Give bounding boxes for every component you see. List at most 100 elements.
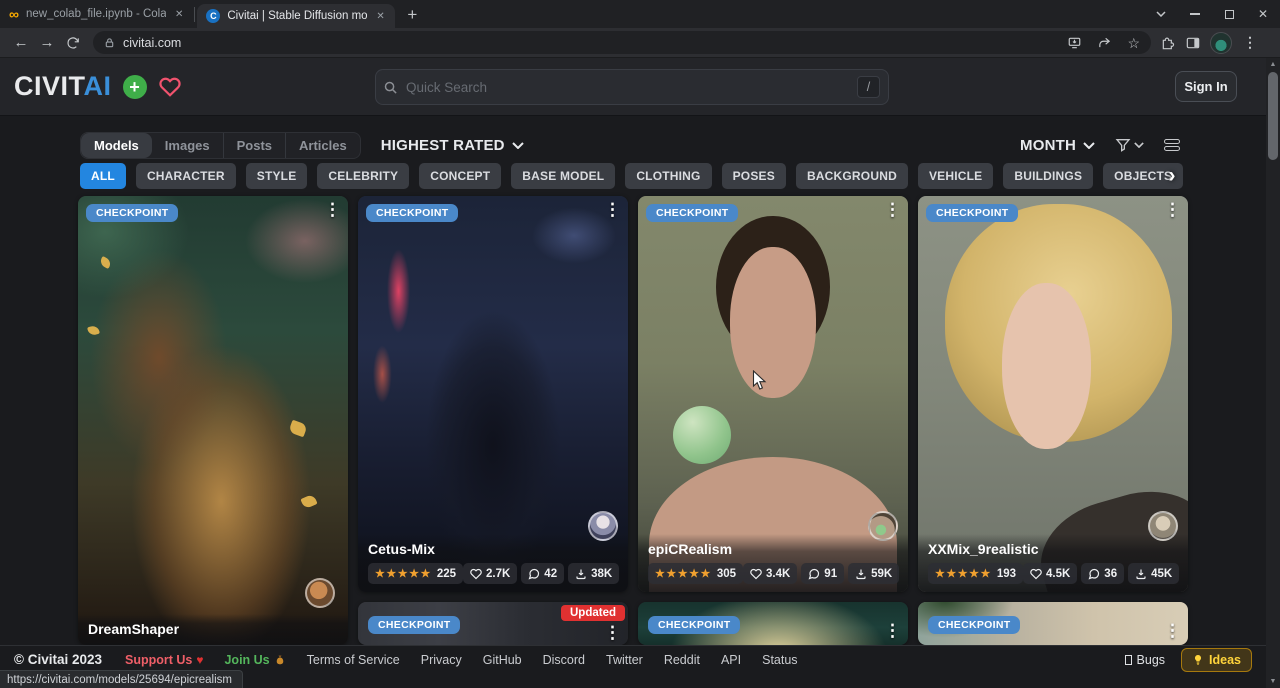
card-menu-icon[interactable]: ⋮ <box>884 622 901 640</box>
tab-close-icon[interactable]: ✕ <box>376 11 384 22</box>
card-menu-icon[interactable]: ⋮ <box>604 624 621 642</box>
creator-avatar[interactable] <box>868 511 898 541</box>
checkpoint-badge: CHECKPOINT <box>646 204 738 222</box>
chip-clothing[interactable]: CLOTHING <box>625 163 711 189</box>
browser-tab-civitai[interactable]: C Civitai | Stable Diffusion models, ✕ <box>197 4 395 28</box>
star-icons: ★★★★★ <box>655 567 712 580</box>
card-menu-icon[interactable]: ⋮ <box>1164 622 1181 640</box>
model-card-partial[interactable]: CHECKPOINT ⋮ <box>918 602 1188 645</box>
creator-avatar[interactable] <box>305 578 335 608</box>
filter-dropdown[interactable] <box>1115 137 1144 153</box>
creator-avatar[interactable] <box>1148 511 1178 541</box>
back-button[interactable]: ← <box>8 30 34 56</box>
model-card-partial[interactable]: CHECKPOINT ⋮ <box>638 602 908 645</box>
footer-link-support-us[interactable]: Support Us♥ <box>125 653 203 667</box>
card-menu-icon[interactable]: ⋮ <box>884 201 901 219</box>
chip-buildings[interactable]: BUILDINGS <box>1003 163 1093 189</box>
minimize-button[interactable] <box>1178 0 1212 28</box>
footer-link-twitter[interactable]: Twitter <box>606 653 643 667</box>
tab-images[interactable]: Images <box>152 133 223 158</box>
likes-pill[interactable]: 4.5K <box>1023 563 1077 584</box>
model-card-cetus-mix[interactable]: CHECKPOINT ⋮ Cetus-Mix ★★★★★ 225 2.7K <box>358 196 628 592</box>
chip-celebrity[interactable]: CELEBRITY <box>317 163 409 189</box>
page-scrollbar[interactable]: ▲ ▼ <box>1266 58 1280 688</box>
tab-close-icon[interactable]: ✕ <box>175 9 183 20</box>
comments-pill[interactable]: 91 <box>801 563 844 584</box>
civitai-logo[interactable]: CIVITAI <box>14 71 112 102</box>
heart-icon[interactable] <box>158 76 182 98</box>
tab-models[interactable]: Models <box>81 133 152 158</box>
rating-count: 225 <box>437 568 456 580</box>
period-dropdown[interactable]: MONTH <box>1020 137 1095 154</box>
tab-posts[interactable]: Posts <box>223 133 285 158</box>
chip-all[interactable]: ALL <box>80 163 126 189</box>
downloads-pill[interactable]: 45K <box>1128 563 1179 584</box>
extensions-icon[interactable] <box>1160 35 1176 51</box>
quick-search[interactable]: / <box>375 69 889 105</box>
close-window-button[interactable]: ✕ <box>1246 0 1280 28</box>
scroll-down-icon[interactable]: ▼ <box>1266 675 1280 688</box>
footer-link-terms[interactable]: Terms of Service <box>307 653 400 667</box>
share-icon[interactable] <box>1097 36 1112 50</box>
chip-character[interactable]: CHARACTER <box>136 163 236 189</box>
url-text[interactable]: civitai.com <box>123 36 181 50</box>
footer-link-discord[interactable]: Discord <box>543 653 585 667</box>
slash-shortcut-key: / <box>857 76 880 98</box>
likes-pill[interactable]: 3.4K <box>743 563 797 584</box>
card-menu-icon[interactable]: ⋮ <box>324 201 341 219</box>
sign-in-button[interactable]: Sign In <box>1175 71 1237 102</box>
reload-button[interactable] <box>60 30 86 56</box>
rating-pill[interactable]: ★★★★★ 225 <box>368 563 463 584</box>
bookmark-star-icon[interactable]: ☆ <box>1127 36 1140 50</box>
browser-profile-avatar[interactable] <box>1210 32 1232 54</box>
model-card-epicrealism[interactable]: CHECKPOINT ⋮ epiCRealism ★★★★★ 305 3.4 <box>638 196 908 592</box>
civitai-page: CIVITAI + / Sign In Models Images Posts … <box>0 58 1280 688</box>
model-card-xxmix9realistic[interactable]: CHECKPOINT ⋮ XXMix_9realistic ★★★★★ 193 <box>918 196 1188 592</box>
downloads-pill[interactable]: 38K <box>568 563 619 584</box>
browser-tab-colab[interactable]: ∞ new_colab_file.ipynb - Colaborat ✕ <box>0 0 192 28</box>
bugs-button[interactable]: Bugs <box>1125 653 1166 667</box>
downloads-pill[interactable]: 59K <box>848 563 899 584</box>
forward-button[interactable]: → <box>34 30 60 56</box>
footer-link-status[interactable]: Status <box>762 653 797 667</box>
search-input[interactable] <box>406 80 857 95</box>
chip-concept[interactable]: CONCEPT <box>419 163 501 189</box>
scroll-up-icon[interactable]: ▲ <box>1266 58 1280 71</box>
model-card-dreamshaper[interactable]: CHECKPOINT ⋮ DreamShaper <box>78 196 348 645</box>
ideas-button[interactable]: Ideas <box>1181 648 1252 672</box>
footer-link-github[interactable]: GitHub <box>483 653 522 667</box>
footer-link-api[interactable]: API <box>721 653 741 667</box>
card-size-toggle-icon[interactable] <box>1164 139 1180 151</box>
maximize-button[interactable] <box>1212 0 1246 28</box>
card-caption: XXMix_9realistic ★★★★★ 193 4.5K <box>918 534 1188 592</box>
creator-avatar[interactable] <box>588 511 618 541</box>
heart-outline-icon <box>470 568 482 580</box>
rating-pill[interactable]: ★★★★★ 305 <box>648 563 743 584</box>
install-icon[interactable] <box>1067 36 1082 50</box>
chips-scroll-right-icon[interactable]: › <box>1160 163 1184 189</box>
comments-pill[interactable]: 42 <box>521 563 564 584</box>
card-menu-icon[interactable]: ⋮ <box>604 201 621 219</box>
rating-pill[interactable]: ★★★★★ 193 <box>928 563 1023 584</box>
scrollbar-thumb[interactable] <box>1268 72 1278 160</box>
comments-pill[interactable]: 36 <box>1081 563 1124 584</box>
create-plus-button[interactable]: + <box>123 75 147 99</box>
side-panel-icon[interactable] <box>1185 35 1201 51</box>
chip-style[interactable]: STYLE <box>246 163 308 189</box>
address-bar[interactable]: civitai.com ☆ <box>93 31 1151 54</box>
footer-link-privacy[interactable]: Privacy <box>421 653 462 667</box>
model-card-partial[interactable]: CHECKPOINT Updated ⋮ <box>358 602 628 645</box>
footer-link-reddit[interactable]: Reddit <box>664 653 700 667</box>
sort-dropdown[interactable]: HIGHEST RATED <box>381 137 524 154</box>
card-menu-icon[interactable]: ⋮ <box>1164 201 1181 219</box>
tab-search-chevron-icon[interactable] <box>1144 0 1178 28</box>
tab-articles[interactable]: Articles <box>285 133 360 158</box>
chip-base-model[interactable]: BASE MODEL <box>511 163 615 189</box>
chip-background[interactable]: BACKGROUND <box>796 163 908 189</box>
new-tab-button[interactable]: + <box>407 6 417 23</box>
likes-pill[interactable]: 2.7K <box>463 563 517 584</box>
footer-link-join-us[interactable]: Join Us <box>224 653 285 667</box>
browser-menu-icon[interactable]: ⋮ <box>1241 34 1259 51</box>
chip-poses[interactable]: POSES <box>722 163 786 189</box>
chip-vehicle[interactable]: VEHICLE <box>918 163 993 189</box>
